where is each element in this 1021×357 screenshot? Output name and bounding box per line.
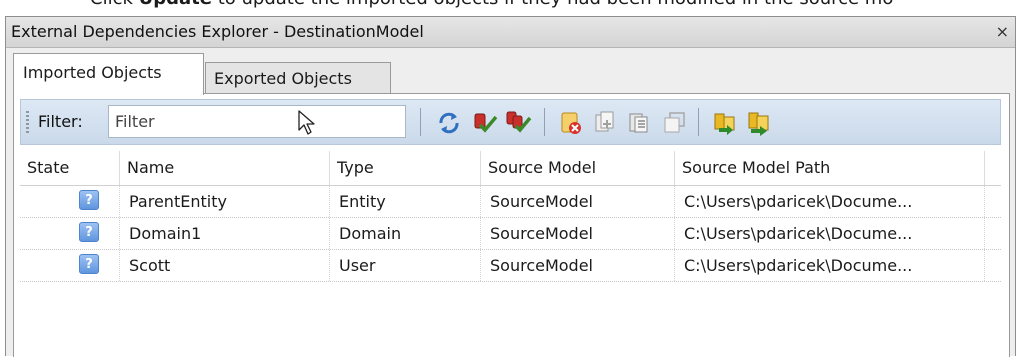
table-row[interactable]: ? Scott User SourceModel C:\Users\pdaric… <box>20 250 1001 282</box>
toolbar-separator <box>544 108 545 136</box>
document-instruction-line: Click Update to update the imported obje… <box>0 0 1021 10</box>
toolbar: Filter: <box>20 99 1001 145</box>
close-icon[interactable]: × <box>996 22 1009 41</box>
name-cell: Scott <box>120 250 330 281</box>
name-cell: ParentEntity <box>120 186 330 217</box>
state-cell: ? <box>20 218 120 249</box>
type-cell: Domain <box>330 218 481 249</box>
grid-header: State Name Type Source Model Source Mode… <box>20 151 1001 186</box>
source-model-path-cell: C:\Users\pdaricek\Docume... <box>675 218 985 249</box>
mouse-cursor-icon <box>298 110 315 135</box>
tab-content: Filter: Filter State Name Type Source Mo… <box>13 93 1010 357</box>
column-header-source-model-path[interactable]: Source Model Path <box>675 151 985 185</box>
state-cell: ? <box>20 250 120 281</box>
table-row[interactable]: ? ParentEntity Entity SourceModel C:\Use… <box>20 186 1001 218</box>
panel-titlebar: External Dependencies Explorer - Destina… <box>6 17 1015 48</box>
unknown-state-icon: ? <box>79 190 99 210</box>
state-cell: ? <box>20 186 120 217</box>
source-model-cell: SourceModel <box>481 250 675 281</box>
tab-exported-objects[interactable]: Exported Objects <box>205 62 391 94</box>
properties-icon[interactable] <box>625 108 653 138</box>
toolbar-separator <box>698 108 699 136</box>
copy-icon[interactable] <box>591 108 619 138</box>
import-all-icon[interactable] <box>745 108 773 138</box>
table-row[interactable]: ? Domain1 Domain SourceModel C:\Users\pd… <box>20 218 1001 250</box>
check-all-icon[interactable] <box>505 108 533 138</box>
filter-label: Filter: <box>38 112 83 131</box>
source-model-cell: SourceModel <box>481 218 675 249</box>
remove-icon[interactable] <box>557 108 585 138</box>
update-icon[interactable] <box>435 108 463 138</box>
instruction-suffix: to update the imported objects if they h… <box>212 0 894 9</box>
source-model-cell: SourceModel <box>481 186 675 217</box>
unknown-state-icon: ? <box>79 254 99 274</box>
column-header-state[interactable]: State <box>20 151 120 185</box>
check-mark-icon[interactable] <box>471 108 499 138</box>
open-icon[interactable] <box>661 108 689 138</box>
source-model-path-cell: C:\Users\pdaricek\Docume... <box>675 186 985 217</box>
name-cell: Domain1 <box>120 218 330 249</box>
filter-input[interactable] <box>108 105 406 138</box>
external-dependencies-panel: External Dependencies Explorer - Destina… <box>5 16 1016 357</box>
column-header-name[interactable]: Name <box>120 151 330 185</box>
instruction-prefix: Click <box>0 0 139 9</box>
type-cell: Entity <box>330 186 481 217</box>
column-header-type[interactable]: Type <box>330 151 481 185</box>
import-icon[interactable] <box>711 108 739 138</box>
type-cell: User <box>330 250 481 281</box>
source-model-path-cell: C:\Users\pdaricek\Docume... <box>675 250 985 281</box>
instruction-bold-term: Update <box>139 0 212 9</box>
toolbar-separator <box>420 108 421 136</box>
panel-title: External Dependencies Explorer - Destina… <box>11 22 424 41</box>
unknown-state-icon: ? <box>79 222 99 242</box>
column-header-source-model[interactable]: Source Model <box>481 151 675 185</box>
toolbar-grip[interactable] <box>26 111 29 135</box>
tab-imported-objects[interactable]: Imported Objects <box>13 53 204 95</box>
